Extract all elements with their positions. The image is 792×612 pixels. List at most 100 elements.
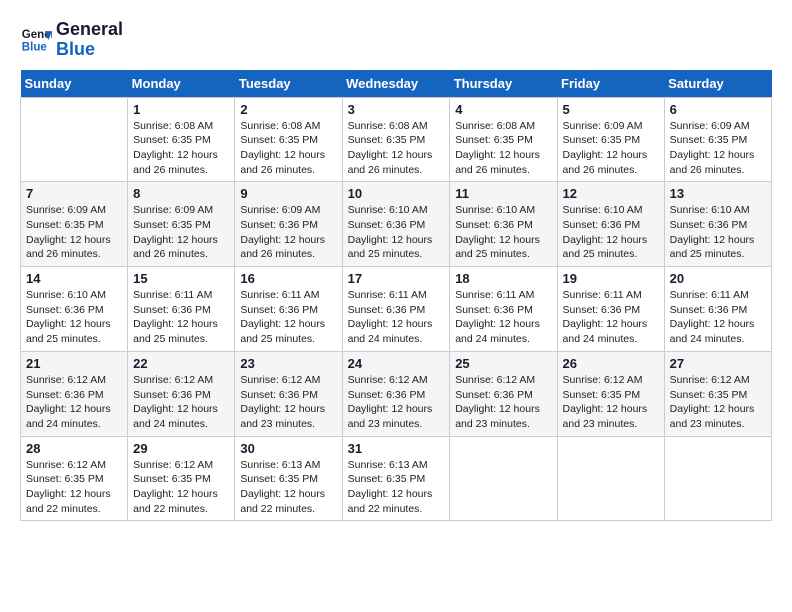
day-number: 29 [133, 441, 229, 456]
calendar-cell: 15Sunrise: 6:11 AMSunset: 6:36 PMDayligh… [128, 267, 235, 352]
column-header-saturday: Saturday [664, 70, 771, 98]
page-header: General Blue General Blue [20, 20, 772, 60]
day-info: Sunrise: 6:13 AMSunset: 6:35 PMDaylight:… [240, 458, 336, 517]
week-row-2: 7Sunrise: 6:09 AMSunset: 6:35 PMDaylight… [21, 182, 772, 267]
week-row-3: 14 Sunrise: 6:10 AMSunset: 6:36 PMDayligh… [21, 267, 772, 352]
day-info: Sunrise: 6:11 AMSunset: 6:36 PMDaylight:… [455, 288, 551, 347]
logo-icon: General Blue [20, 24, 52, 56]
calendar-cell: 9 Sunrise: 6:09 AMSunset: 6:36 PMDaylight… [235, 182, 342, 267]
day-info: Sunrise: 6:10 AMSunset: 6:36 PMDaylight:… [348, 203, 445, 262]
day-number: 10 [348, 186, 445, 201]
calendar-cell: 28 Sunrise: 6:12 AMSunset: 6:35 PMDayligh… [21, 436, 128, 521]
day-info: Sunrise: 6:11 AMSunset: 6:36 PMDaylight:… [563, 288, 659, 347]
day-number: 17 [348, 271, 445, 286]
day-info: Sunrise: 6:09 AMSunset: 6:35 PMDaylight:… [563, 119, 659, 178]
day-info: Sunrise: 6:10 AMSunset: 6:36 PMDaylight:… [670, 203, 766, 262]
calendar-cell: 19 Sunrise: 6:11 AMSunset: 6:36 PMDayligh… [557, 267, 664, 352]
column-header-tuesday: Tuesday [235, 70, 342, 98]
calendar-cell: 25Sunrise: 6:12 AMSunset: 6:36 PMDayligh… [450, 351, 557, 436]
day-info: Sunrise: 6:12 AMSunset: 6:36 PMDaylight:… [26, 373, 122, 432]
day-info: Sunrise: 6:08 AMSunset: 6:35 PMDaylight:… [348, 119, 445, 178]
day-number: 30 [240, 441, 336, 456]
day-number: 8 [133, 186, 229, 201]
day-number: 1 [133, 102, 229, 117]
day-number: 13 [670, 186, 766, 201]
column-header-thursday: Thursday [450, 70, 557, 98]
day-number: 14 [26, 271, 122, 286]
day-number: 9 [240, 186, 336, 201]
day-info: Sunrise: 6:10 AMSunset: 6:36 PMDaylight:… [455, 203, 551, 262]
calendar-cell: 24 Sunrise: 6:12 AMSunset: 6:36 PMDayligh… [342, 351, 450, 436]
day-number: 22 [133, 356, 229, 371]
day-number: 23 [240, 356, 336, 371]
day-info: Sunrise: 6:10 AMSunset: 6:36 PMDaylight:… [26, 288, 122, 347]
calendar-cell: 5 Sunrise: 6:09 AMSunset: 6:35 PMDaylight… [557, 97, 664, 182]
day-number: 5 [563, 102, 659, 117]
day-info: Sunrise: 6:08 AMSunset: 6:35 PMDaylight:… [133, 119, 229, 178]
column-header-wednesday: Wednesday [342, 70, 450, 98]
day-info: Sunrise: 6:12 AMSunset: 6:36 PMDaylight:… [455, 373, 551, 432]
week-row-1: 1 Sunrise: 6:08 AMSunset: 6:35 PMDaylight… [21, 97, 772, 182]
day-info: Sunrise: 6:12 AMSunset: 6:35 PMDaylight:… [133, 458, 229, 517]
day-info: Sunrise: 6:13 AMSunset: 6:35 PMDaylight:… [348, 458, 445, 517]
day-info: Sunrise: 6:09 AMSunset: 6:35 PMDaylight:… [670, 119, 766, 178]
day-number: 27 [670, 356, 766, 371]
day-number: 3 [348, 102, 445, 117]
calendar-cell: 26Sunrise: 6:12 AMSunset: 6:35 PMDayligh… [557, 351, 664, 436]
calendar-cell: 2Sunrise: 6:08 AMSunset: 6:35 PMDaylight… [235, 97, 342, 182]
calendar-cell: 22Sunrise: 6:12 AMSunset: 6:36 PMDayligh… [128, 351, 235, 436]
day-number: 15 [133, 271, 229, 286]
day-number: 18 [455, 271, 551, 286]
day-info: Sunrise: 6:10 AMSunset: 6:36 PMDaylight:… [563, 203, 659, 262]
calendar-cell: 11 Sunrise: 6:10 AMSunset: 6:36 PMDayligh… [450, 182, 557, 267]
day-number: 20 [670, 271, 766, 286]
calendar-cell: 27Sunrise: 6:12 AMSunset: 6:35 PMDayligh… [664, 351, 771, 436]
calendar-cell [557, 436, 664, 521]
calendar-cell: 21 Sunrise: 6:12 AMSunset: 6:36 PMDayligh… [21, 351, 128, 436]
calendar-cell: 14 Sunrise: 6:10 AMSunset: 6:36 PMDayligh… [21, 267, 128, 352]
calendar-cell: 8 Sunrise: 6:09 AMSunset: 6:35 PMDaylight… [128, 182, 235, 267]
day-info: Sunrise: 6:12 AMSunset: 6:35 PMDaylight:… [26, 458, 122, 517]
day-number: 26 [563, 356, 659, 371]
day-number: 11 [455, 186, 551, 201]
day-number: 12 [563, 186, 659, 201]
week-row-4: 21 Sunrise: 6:12 AMSunset: 6:36 PMDayligh… [21, 351, 772, 436]
calendar-cell: 29 Sunrise: 6:12 AMSunset: 6:35 PMDayligh… [128, 436, 235, 521]
day-info: Sunrise: 6:12 AMSunset: 6:36 PMDaylight:… [348, 373, 445, 432]
calendar-cell: 4 Sunrise: 6:08 AMSunset: 6:35 PMDaylight… [450, 97, 557, 182]
day-number: 28 [26, 441, 122, 456]
calendar-cell: 23 Sunrise: 6:12 AMSunset: 6:36 PMDayligh… [235, 351, 342, 436]
day-info: Sunrise: 6:09 AMSunset: 6:36 PMDaylight:… [240, 203, 336, 262]
calendar-cell: 12 Sunrise: 6:10 AMSunset: 6:36 PMDayligh… [557, 182, 664, 267]
calendar-cell: 16Sunrise: 6:11 AMSunset: 6:36 PMDayligh… [235, 267, 342, 352]
day-info: Sunrise: 6:08 AMSunset: 6:35 PMDaylight:… [455, 119, 551, 178]
calendar-cell: 30 Sunrise: 6:13 AMSunset: 6:35 PMDayligh… [235, 436, 342, 521]
day-info: Sunrise: 6:11 AMSunset: 6:36 PMDaylight:… [348, 288, 445, 347]
day-number: 16 [240, 271, 336, 286]
day-number: 31 [348, 441, 445, 456]
calendar-cell: 7Sunrise: 6:09 AMSunset: 6:35 PMDaylight… [21, 182, 128, 267]
week-row-5: 28 Sunrise: 6:12 AMSunset: 6:35 PMDayligh… [21, 436, 772, 521]
column-header-sunday: Sunday [21, 70, 128, 98]
calendar-header-row: SundayMondayTuesdayWednesdayThursdayFrid… [21, 70, 772, 98]
calendar-cell [664, 436, 771, 521]
day-info: Sunrise: 6:09 AMSunset: 6:35 PMDaylight:… [133, 203, 229, 262]
day-number: 4 [455, 102, 551, 117]
calendar-cell: 10 Sunrise: 6:10 AMSunset: 6:36 PMDayligh… [342, 182, 450, 267]
day-info: Sunrise: 6:09 AMSunset: 6:35 PMDaylight:… [26, 203, 122, 262]
day-info: Sunrise: 6:12 AMSunset: 6:36 PMDaylight:… [240, 373, 336, 432]
calendar-cell: 20 Sunrise: 6:11 AMSunset: 6:36 PMDayligh… [664, 267, 771, 352]
calendar-cell: 31 Sunrise: 6:13 AMSunset: 6:35 PMDayligh… [342, 436, 450, 521]
logo-text: General Blue [56, 20, 123, 60]
day-number: 24 [348, 356, 445, 371]
calendar-cell [21, 97, 128, 182]
calendar-table: SundayMondayTuesdayWednesdayThursdayFrid… [20, 70, 772, 522]
day-number: 6 [670, 102, 766, 117]
day-number: 21 [26, 356, 122, 371]
calendar-cell: 1 Sunrise: 6:08 AMSunset: 6:35 PMDaylight… [128, 97, 235, 182]
calendar-cell: 13 Sunrise: 6:10 AMSunset: 6:36 PMDayligh… [664, 182, 771, 267]
day-number: 19 [563, 271, 659, 286]
column-header-monday: Monday [128, 70, 235, 98]
svg-text:Blue: Blue [22, 41, 48, 53]
day-info: Sunrise: 6:11 AMSunset: 6:36 PMDaylight:… [670, 288, 766, 347]
